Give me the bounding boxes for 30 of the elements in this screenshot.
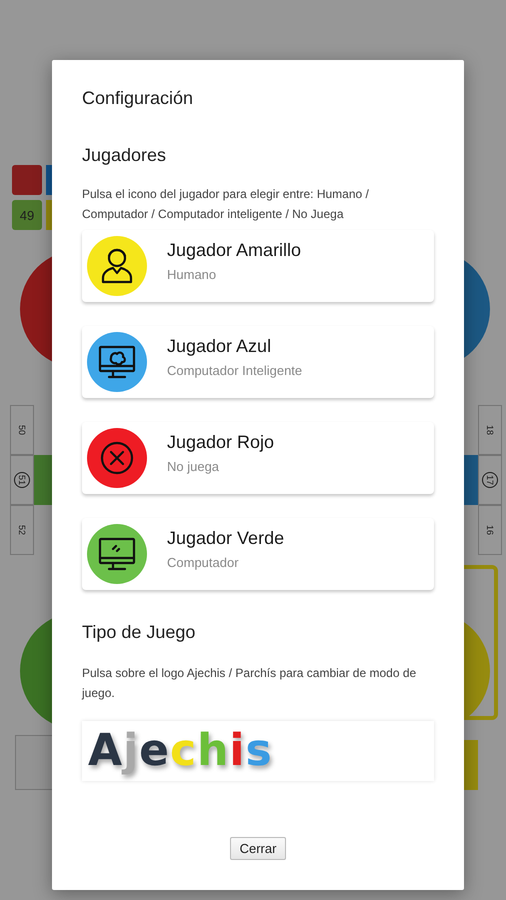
board-cell: 50 [10, 405, 34, 455]
section-heading: Tipo de Juego [82, 622, 196, 643]
player-name: Jugador Amarillo [167, 240, 302, 261]
player-mode: Computador [167, 555, 240, 570]
board-cell [34, 455, 54, 505]
player-card[interactable]: Jugador Verde Computador [82, 518, 434, 590]
player-card[interactable]: Jugador Rojo No juega [82, 422, 434, 494]
player-icon[interactable] [87, 524, 147, 584]
dialog-title: Configuración [82, 88, 194, 109]
player-name: Jugador Azul [167, 336, 272, 357]
player-mode: No juega [167, 459, 220, 474]
player-card[interactable]: Jugador Amarillo Humano [82, 230, 434, 302]
player-mode: Humano [167, 267, 218, 282]
player-icon[interactable] [87, 332, 147, 392]
player-mode: Computador Inteligente [167, 363, 302, 378]
player-icon[interactable] [87, 428, 147, 488]
section-hint: Pulsa sobre el logo Ajechis / Parchís para cambiar de modo de juego. [82, 665, 418, 702]
close-button[interactable]: Cerrar [230, 837, 286, 860]
section-hint: Pulsa el icono del jugador para elegir entre: Humano / Computador / Computador inteligente / No Juega [82, 186, 370, 223]
board-cell: 18 [478, 405, 502, 455]
player-card[interactable]: Jugador Azul Computador Inteligente [82, 326, 434, 398]
game-logo[interactable]: Ajechis [82, 721, 434, 781]
board-cell: 16 [478, 505, 502, 555]
player-name: Jugador Verde [167, 528, 284, 549]
player-icon[interactable] [87, 236, 147, 296]
board-cell: 52 [10, 505, 34, 555]
score-tile: 49 [12, 200, 42, 230]
board-cell [15, 735, 55, 790]
player-name: Jugador Rojo [167, 432, 274, 453]
section-heading: Jugadores [82, 145, 168, 166]
